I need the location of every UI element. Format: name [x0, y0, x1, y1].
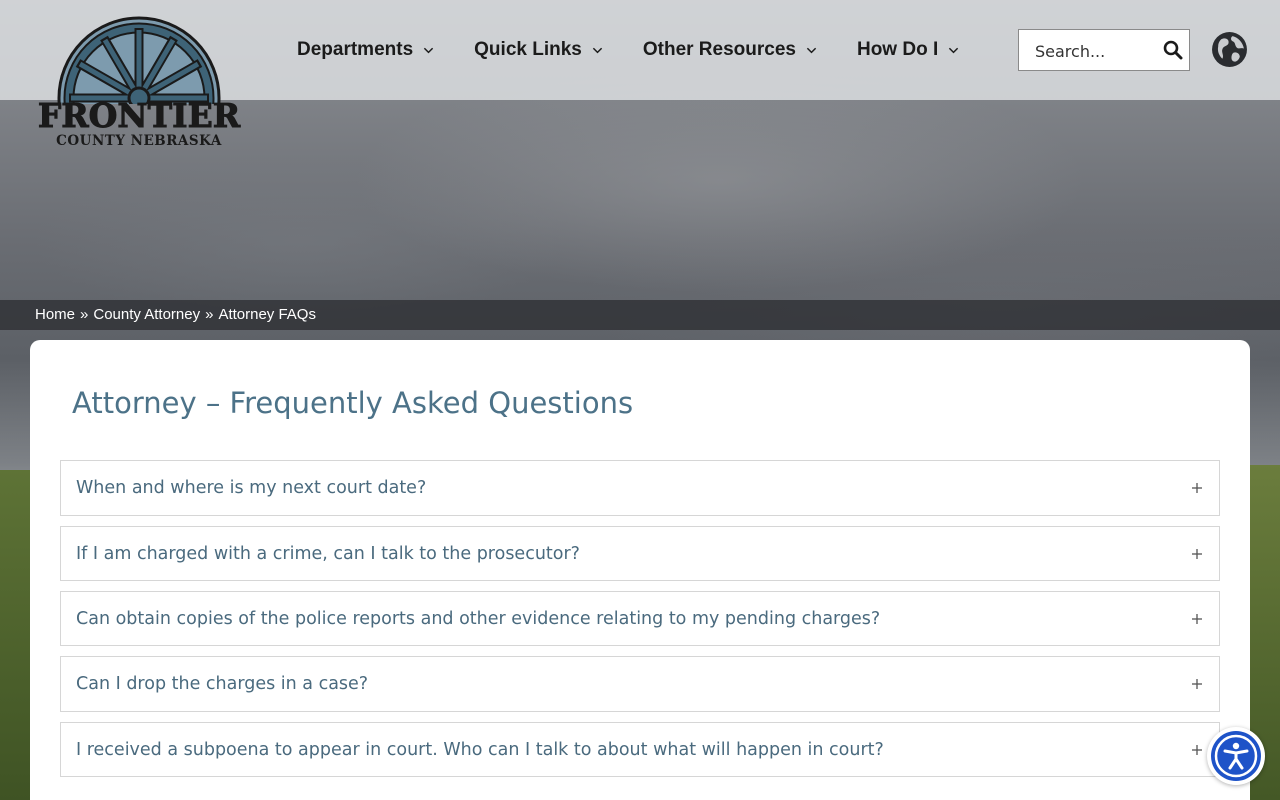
breadcrumb-separator: » — [205, 306, 214, 323]
nav-item-label: How Do I — [856, 39, 939, 60]
nav-item-how-do-i[interactable]: How Do I — [857, 36, 959, 64]
plus-icon — [1192, 548, 1202, 559]
chevron-down-icon — [806, 47, 817, 53]
faq-question: I received a subpoena to appear in court… — [76, 739, 884, 760]
nav-item-label: Departments — [297, 39, 414, 60]
faq-item[interactable]: Can obtain copies of the police reports … — [60, 591, 1220, 646]
search-box — [1018, 29, 1190, 71]
plus-icon — [1192, 613, 1202, 624]
plus-icon — [1192, 679, 1202, 689]
chevron-down-icon — [424, 47, 434, 53]
plus-icon — [1192, 744, 1202, 755]
search-icon[interactable] — [1163, 40, 1183, 60]
faq-item[interactable]: Can I drop the charges in a case? — [60, 656, 1220, 712]
main-nav: Departments Quick Links Other Resources … — [297, 36, 959, 64]
faq-question: Can I drop the charges in a case? — [76, 674, 369, 694]
faq-item[interactable]: I received a subpoena to appear in court… — [60, 722, 1220, 777]
breadcrumb-current: Attorney FAQs — [218, 306, 316, 323]
content-card: Attorney – Frequently Asked Questions Wh… — [30, 340, 1250, 800]
logo-subtitle: COUNTY NEBRASKA — [56, 133, 222, 149]
breadcrumb-bar: Home » County Attorney » Attorney FAQs — [0, 300, 1280, 330]
faq-question: When and where is my next court date? — [76, 478, 427, 498]
nav-item-label: Quick Links — [474, 39, 582, 60]
faq-item[interactable]: If I am charged with a crime, can I talk… — [60, 526, 1220, 581]
nav-item-quick-links[interactable]: Quick Links — [474, 36, 603, 64]
page-title: Attorney – Frequently Asked Questions — [72, 386, 634, 420]
breadcrumb-county-attorney[interactable]: County Attorney — [93, 306, 200, 323]
nav-item-label: Other Resources — [642, 39, 796, 60]
accessibility-icon — [1214, 734, 1258, 778]
search-input[interactable] — [1035, 40, 1155, 62]
nav-item-departments[interactable]: Departments — [297, 36, 434, 64]
accessibility-button-inner — [1211, 731, 1261, 781]
breadcrumb-separator: » — [80, 306, 89, 323]
faq-item[interactable]: When and where is my next court date? — [60, 460, 1220, 516]
faq-question: If I am charged with a crime, can I talk… — [76, 543, 580, 564]
globe-icon[interactable] — [1211, 31, 1248, 68]
plus-icon — [1192, 483, 1202, 493]
accessibility-button[interactable] — [1207, 727, 1265, 785]
faq-question: Can obtain copies of the police reports … — [76, 608, 881, 629]
chevron-down-icon — [592, 47, 603, 53]
chevron-down-icon — [949, 47, 959, 53]
breadcrumb: Home » County Attorney » Attorney FAQs — [35, 306, 316, 323]
site-logo[interactable]: FRONTIER COUNTY NEBRASKA — [32, 12, 246, 152]
logo-title: FRONTIER — [37, 96, 241, 135]
nav-item-other-resources[interactable]: Other Resources — [643, 36, 817, 64]
breadcrumb-home[interactable]: Home — [35, 306, 75, 323]
